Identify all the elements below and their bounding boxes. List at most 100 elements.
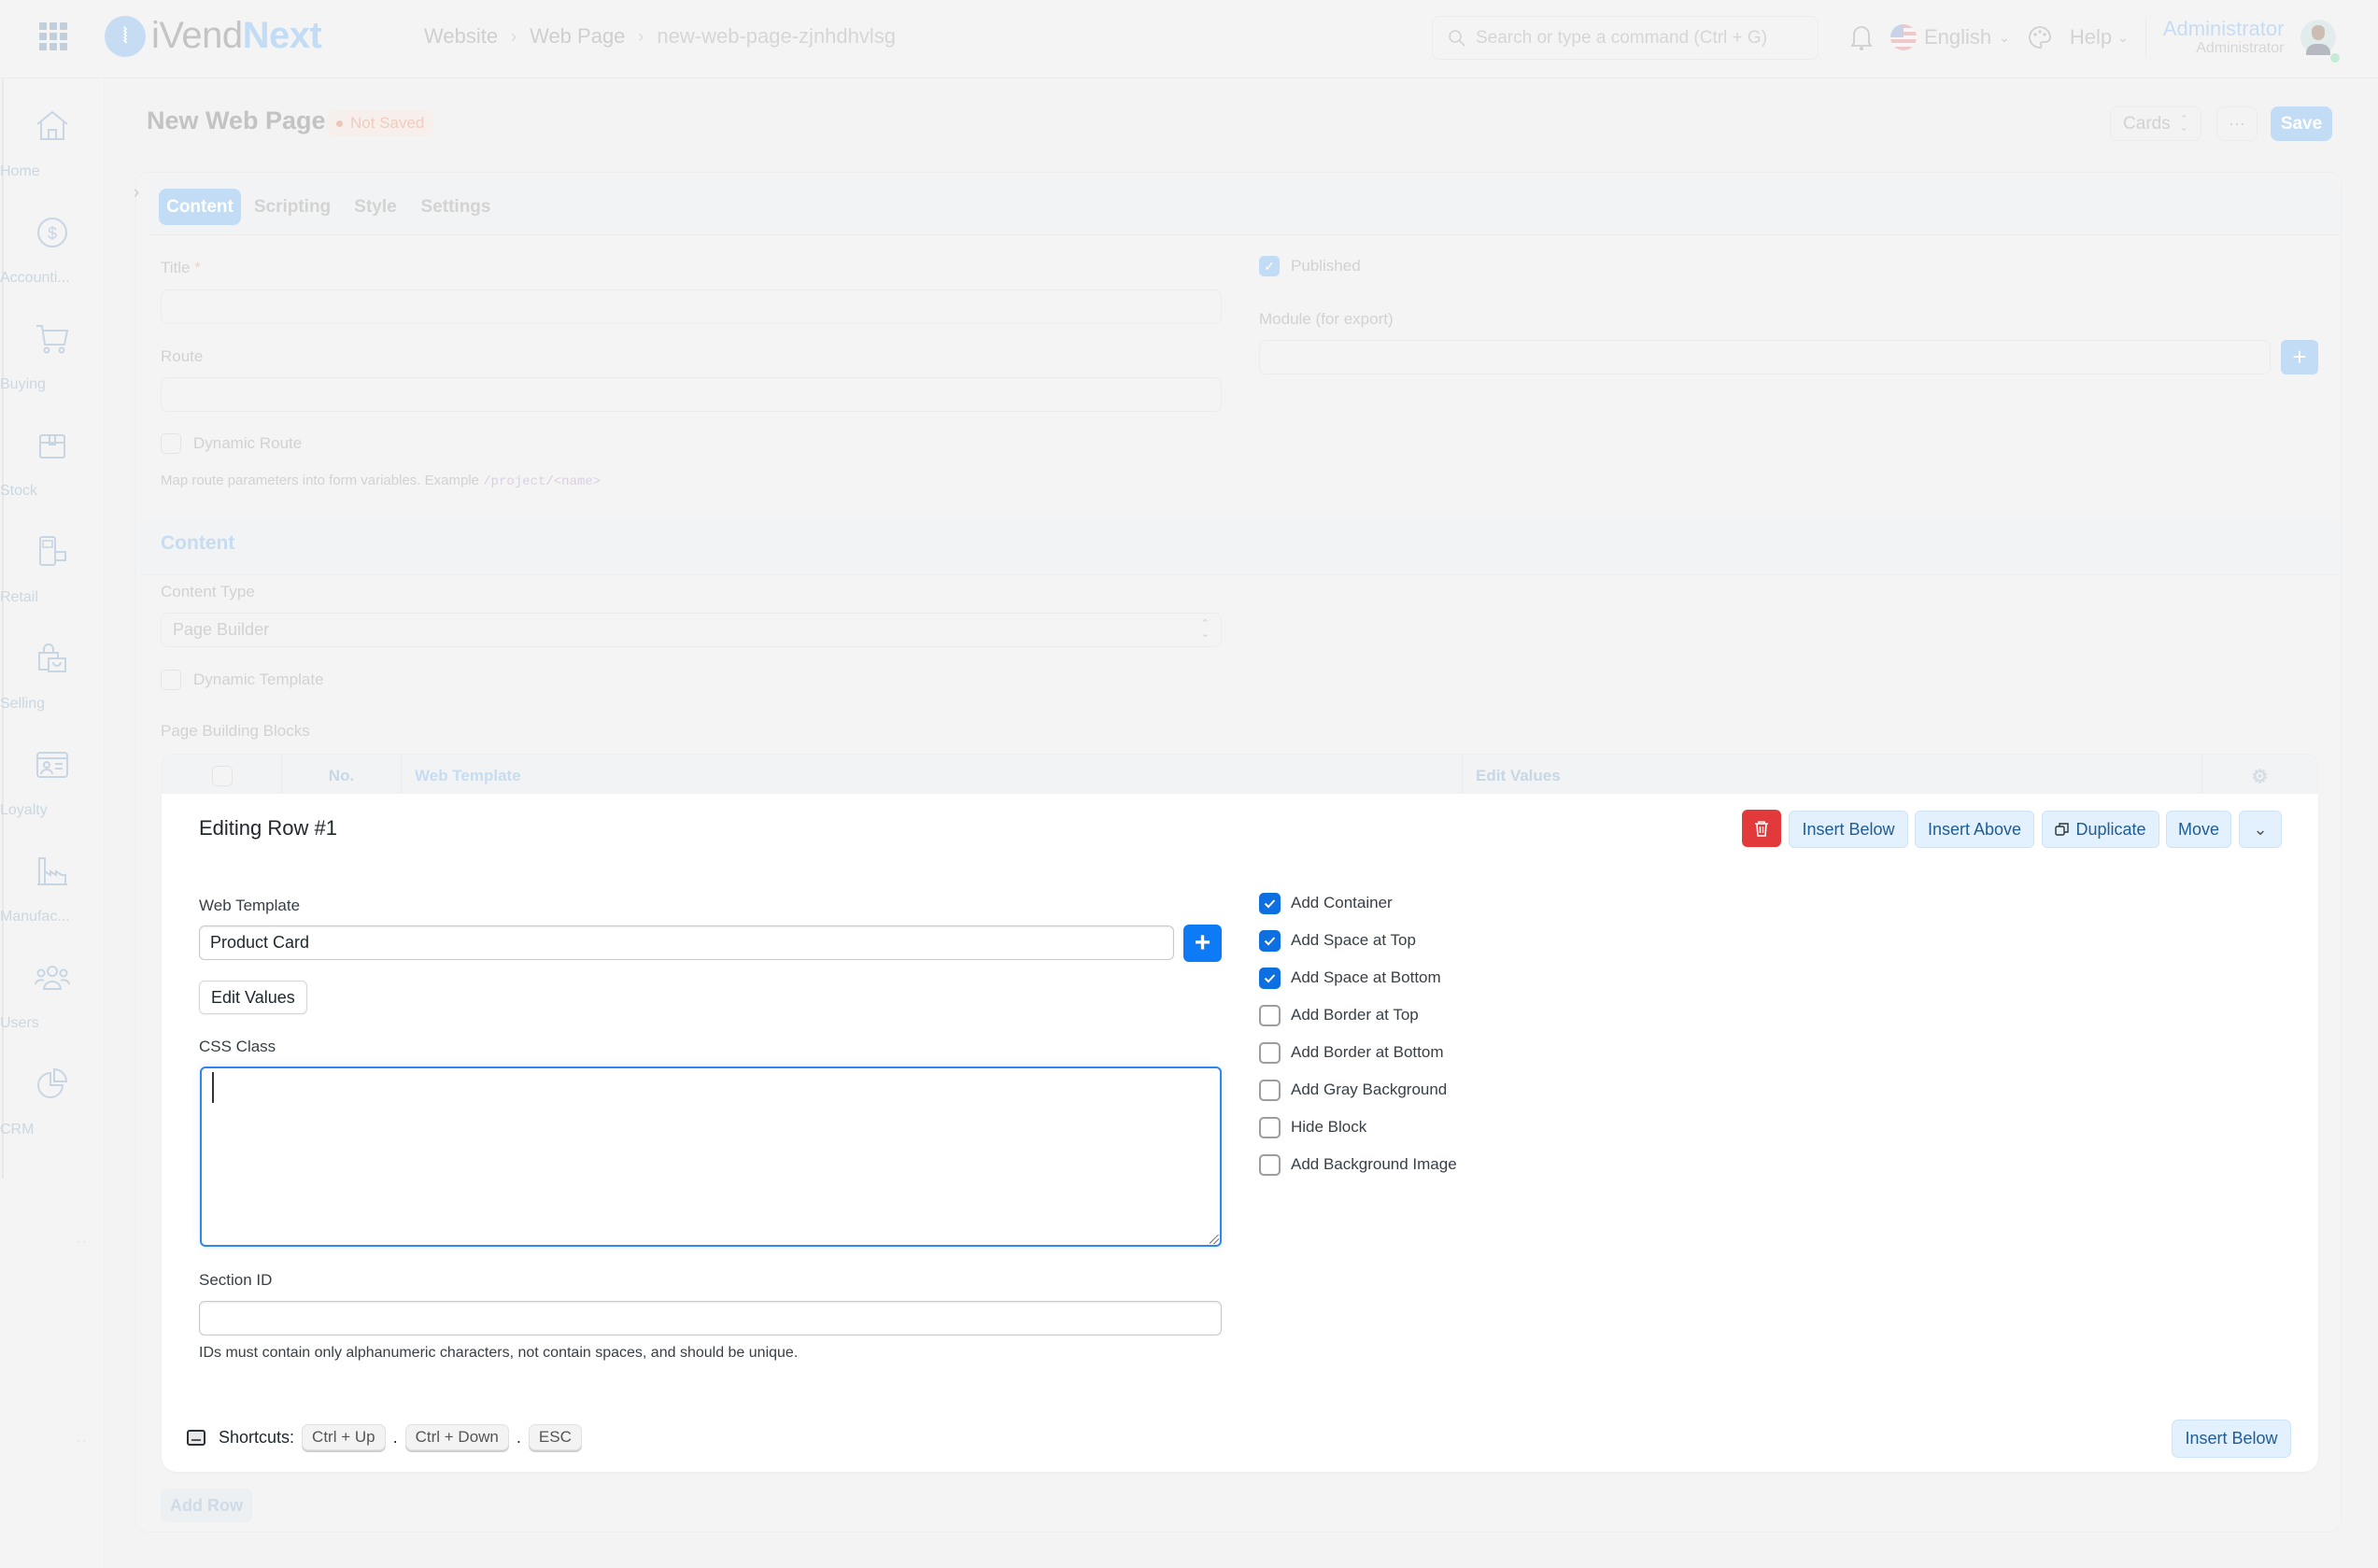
published-checkbox[interactable]: ✓ (1259, 256, 1280, 276)
breadcrumb-current: new-web-page-zjnhdhvlsg (657, 24, 897, 48)
user-menu[interactable]: Administrator Administrator (2162, 17, 2285, 57)
bell-icon[interactable] (1849, 23, 1874, 51)
web-template-label: Web Template (199, 897, 301, 914)
shortcuts-label: Shortcuts: (219, 1427, 295, 1447)
add-border-bottom-checkbox[interactable] (1259, 1042, 1281, 1064)
tab-style[interactable]: Style (347, 189, 403, 225)
text-caret (212, 1072, 214, 1103)
sidebar-item-home[interactable]: Home (0, 107, 105, 179)
sidebar (0, 79, 105, 1568)
sidebar-item-label: Loyalty (0, 802, 48, 818)
breadcrumb-website[interactable]: Website (424, 24, 498, 49)
sidebar-item-stock[interactable]: Stock (0, 427, 105, 499)
breadcrumb-web-page[interactable]: Web Page (530, 24, 625, 49)
content-type-label: Content Type (161, 583, 255, 600)
user-role: Administrator (2196, 40, 2285, 57)
sidebar-item-users[interactable]: Users (0, 959, 105, 1031)
sidebar-item-retail[interactable]: Retail (0, 533, 105, 605)
add-gray-background-checkbox[interactable] (1259, 1080, 1281, 1101)
logo-mark-icon: ⦚ (105, 15, 146, 57)
add-background-image-checkbox[interactable] (1259, 1154, 1281, 1176)
sidebar-dots: ·· (77, 1235, 88, 1248)
check-icon (1264, 974, 1276, 983)
check-icon (1264, 899, 1276, 909)
tab-scripting[interactable]: Scripting (252, 189, 333, 225)
chevron-right-icon[interactable]: › (123, 174, 149, 211)
delete-row-button[interactable] (1742, 810, 1781, 847)
add-module-button[interactable]: + (2281, 340, 2318, 374)
add-container-checkbox[interactable] (1259, 893, 1281, 914)
add-web-template-button[interactable]: + (1183, 925, 1222, 962)
hide-block-checkbox[interactable] (1259, 1117, 1281, 1138)
section-id-input[interactable] (199, 1301, 1222, 1335)
sidebar-item-accounting[interactable]: $ Accounti... (0, 214, 105, 286)
dynamic-route-checkbox[interactable] (161, 433, 181, 454)
us-flag-icon (1890, 24, 1917, 50)
section-id-help: IDs must contain only alphanumeric chara… (199, 1345, 799, 1361)
sidebar-item-loyalty[interactable]: Loyalty (0, 746, 105, 818)
insert-above-button[interactable]: Insert Above (1915, 811, 2034, 848)
save-button[interactable]: Save (2271, 106, 2332, 141)
search-input[interactable]: Search or type a command (Ctrl + G) (1432, 16, 1819, 60)
add-container-label: Add Container (1291, 894, 1393, 911)
add-space-bottom-checkbox[interactable] (1259, 968, 1281, 989)
view-select[interactable]: Cards ⌃ ⌄ (2110, 106, 2201, 141)
duplicate-icon (2055, 823, 2070, 836)
collapse-row-button[interactable]: ⌄ (2239, 811, 2282, 848)
insert-below-bottom-button[interactable]: Insert Below (2172, 1420, 2291, 1458)
duplicate-button[interactable]: Duplicate (2042, 811, 2159, 848)
palette-icon[interactable] (2027, 24, 2053, 50)
sidebar-item-label: Users (0, 1015, 39, 1031)
title-input[interactable] (161, 290, 1222, 324)
content-type-value: Page Builder (173, 620, 270, 639)
add-border-top-checkbox[interactable] (1259, 1005, 1281, 1026)
shortcut-key: Ctrl + Down (404, 1424, 509, 1450)
route-help-text: Map route parameters into form variables… (161, 473, 602, 489)
tab-settings[interactable]: Settings (417, 189, 495, 225)
users-icon (35, 966, 70, 990)
chevron-down-icon: ⌄ (2253, 819, 2268, 839)
more-actions-button[interactable]: ··· (2216, 106, 2258, 141)
dollar-icon: $ (37, 218, 67, 247)
box-icon (39, 434, 65, 459)
content-type-select[interactable]: Page Builder ⌃ ⌄ (161, 613, 1222, 647)
dynamic-template-label: Dynamic Template (193, 671, 324, 688)
css-class-textarea[interactable] (200, 1067, 1222, 1247)
status-dot (336, 120, 343, 127)
insert-below-button[interactable]: Insert Below (1789, 811, 1908, 848)
apps-grid-icon[interactable] (39, 22, 67, 50)
gear-icon[interactable]: ⚙ (2201, 755, 2317, 798)
edit-values-button[interactable]: Edit Values (199, 981, 307, 1014)
sidebar-item-crm[interactable]: CRM (0, 1066, 105, 1137)
add-space-top-checkbox[interactable] (1259, 930, 1281, 952)
module-input[interactable] (1259, 340, 2271, 374)
move-button[interactable]: Move (2166, 811, 2231, 848)
navbar-right: English ⌄ Help ⌄ Administrator Administr… (1849, 17, 2341, 63)
dynamic-template-checkbox[interactable] (161, 670, 181, 690)
search-placeholder: Search or type a command (Ctrl + G) (1476, 27, 1768, 48)
blocks-grid-header: No. Web Template Edit Values ⚙ (162, 754, 2318, 798)
sidebar-item-label: CRM (0, 1122, 35, 1137)
content-section-header[interactable] (140, 519, 2340, 575)
web-template-input[interactable]: Product Card (199, 925, 1174, 960)
help-menu[interactable]: Help ⌄ (2070, 25, 2129, 49)
sidebar-item-label: Stock (0, 483, 38, 499)
resize-handle[interactable] (1210, 1235, 1219, 1244)
sidebar-item-buying[interactable]: Buying (0, 320, 105, 392)
app-logo[interactable]: ⦚ iVendNext (105, 15, 322, 57)
avatar[interactable] (2300, 20, 2341, 63)
page-building-blocks-label: Page Building Blocks (161, 722, 310, 740)
add-gray-background-label: Add Gray Background (1291, 1081, 1448, 1098)
add-row-button[interactable]: Add Row (161, 1489, 252, 1522)
language-selector[interactable]: English ⌄ (1890, 24, 2010, 50)
tab-content[interactable]: Content (159, 189, 241, 225)
plus-icon: + (1194, 927, 1211, 958)
user-name: Administrator (2162, 17, 2285, 41)
sidebar-item-manufacturing[interactable]: Manufac... (0, 853, 105, 925)
route-input[interactable] (161, 377, 1222, 412)
sidebar-item-selling[interactable]: Selling (0, 640, 105, 712)
search-icon (1449, 29, 1465, 47)
route-label: Route (161, 347, 204, 365)
select-all-checkbox[interactable] (211, 766, 233, 786)
chevron-down-icon: ⌄ (1999, 29, 2010, 45)
